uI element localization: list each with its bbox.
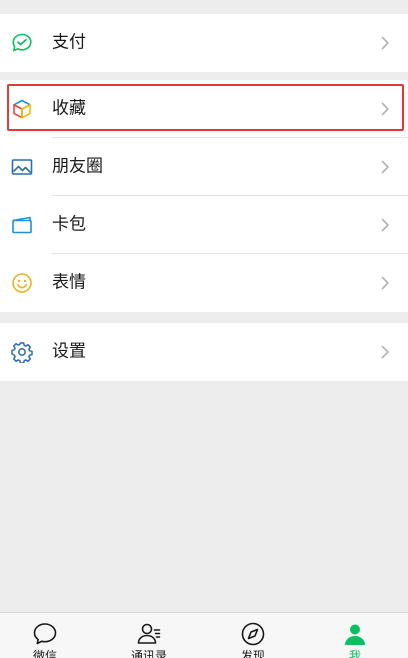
cards-wallet-icon xyxy=(11,214,33,236)
menu-item-settings-label: 设置 xyxy=(52,341,86,362)
menu-item-stickers-label: 表情 xyxy=(52,272,86,293)
chevron-right-icon xyxy=(381,36,390,50)
menu-item-payment-label: 支付 xyxy=(52,32,86,53)
moments-picture-icon xyxy=(11,156,33,178)
tab-discover[interactable]: 发现 xyxy=(202,613,304,658)
tab-me-label: 我 xyxy=(348,649,361,658)
person-icon xyxy=(342,621,368,647)
tab-chats-label: 微信 xyxy=(32,649,57,658)
chevron-right-icon xyxy=(381,276,390,290)
gear-icon xyxy=(11,341,33,363)
tab-contacts-label: 通讯录 xyxy=(130,649,167,658)
menu-item-favorites[interactable]: 收藏 xyxy=(0,80,408,138)
compass-icon xyxy=(240,621,266,647)
payment-icon xyxy=(11,32,33,54)
chevron-right-icon xyxy=(381,160,390,174)
menu-item-moments[interactable]: 朋友圈 xyxy=(0,138,408,196)
tab-contacts[interactable]: 通讯录 xyxy=(98,613,200,658)
menu-item-settings[interactable]: 设置 xyxy=(0,323,408,381)
favorites-cube-icon xyxy=(11,98,33,120)
chevron-right-icon xyxy=(381,102,390,116)
services-group: 收藏 朋友圈 卡包 表情 xyxy=(0,80,408,312)
chat-bubble-icon xyxy=(32,621,58,647)
contacts-icon xyxy=(136,621,162,647)
tab-me[interactable]: 我 xyxy=(304,613,406,658)
menu-item-moments-label: 朋友圈 xyxy=(52,156,103,177)
smiley-face-icon xyxy=(11,272,33,294)
menu-item-payment[interactable]: 支付 xyxy=(0,14,408,72)
bottom-tab-bar: 微信 通讯录 发现 我 xyxy=(0,612,408,658)
chevron-right-icon xyxy=(381,345,390,359)
menu-item-cards[interactable]: 卡包 xyxy=(0,196,408,254)
tab-discover-label: 发现 xyxy=(240,649,265,658)
menu-item-stickers[interactable]: 表情 xyxy=(0,254,408,312)
tab-chats[interactable]: 微信 xyxy=(0,613,96,658)
menu-item-favorites-label: 收藏 xyxy=(52,98,86,119)
payment-group: 支付 xyxy=(0,14,408,72)
settings-group: 设置 xyxy=(0,323,408,381)
menu-item-cards-label: 卡包 xyxy=(52,214,86,235)
chevron-right-icon xyxy=(381,218,390,232)
